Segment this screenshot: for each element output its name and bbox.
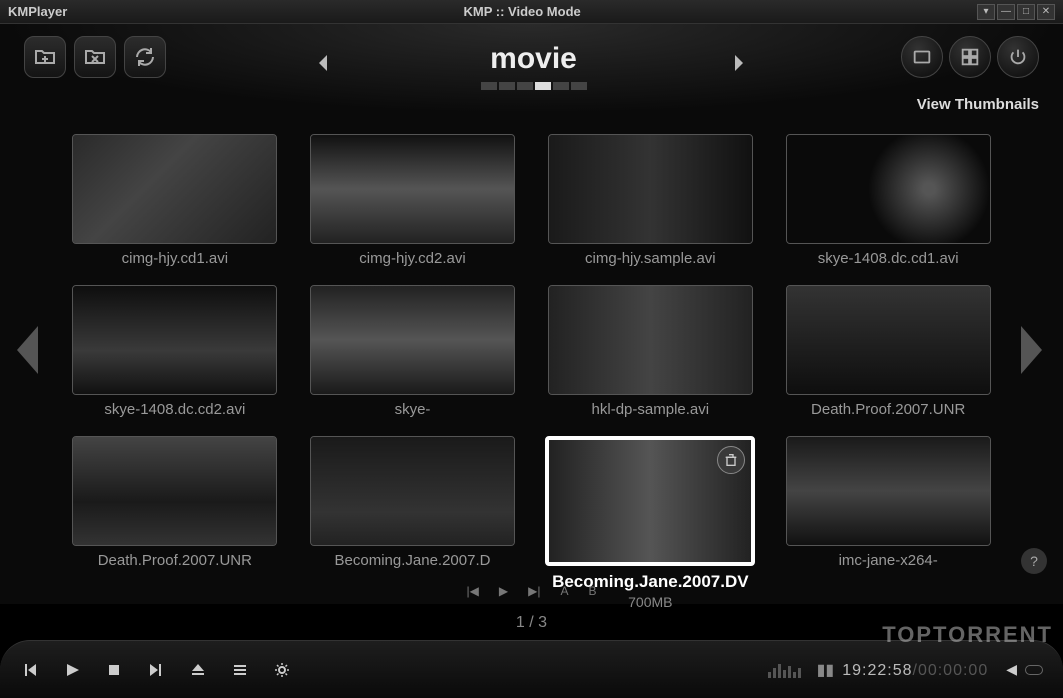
grid-view-button[interactable] <box>949 36 991 78</box>
refresh-button[interactable] <box>124 36 166 78</box>
mark-b-button[interactable]: B <box>588 584 596 598</box>
video-thumbnail[interactable] <box>72 134 277 244</box>
video-label: skye-1408.dc.cd2.avi <box>104 401 245 418</box>
fullscreen-button[interactable] <box>901 36 943 78</box>
window-minimize-button[interactable]: — <box>997 4 1015 20</box>
time-display: 19:22:58/00:00:00 <box>842 660 988 680</box>
video-label: cimg-hjy.sample.avi <box>585 250 716 267</box>
video-item[interactable]: cimg-hjy.sample.avi <box>545 134 755 267</box>
app-name: KMPlayer <box>8 4 67 19</box>
video-thumbnail[interactable] <box>310 436 515 546</box>
mini-prev-button[interactable]: |◀ <box>467 584 479 598</box>
category-prev-button[interactable] <box>311 51 341 81</box>
window-tray-button[interactable]: ▾ <box>977 4 995 20</box>
video-thumbnail[interactable] <box>786 285 991 395</box>
window-close-button[interactable]: ✕ <box>1037 4 1055 20</box>
play-button[interactable] <box>62 660 82 680</box>
video-label: cimg-hjy.cd2.avi <box>359 250 465 267</box>
window-maximize-button[interactable]: □ <box>1017 4 1035 20</box>
eject-button[interactable] <box>188 660 208 680</box>
video-label: imc-jane-x264- <box>839 552 938 569</box>
volume-icon[interactable]: ◀ <box>1006 661 1017 678</box>
video-thumbnail[interactable] <box>786 436 991 546</box>
page-indicator: 1 / 3 <box>70 614 993 632</box>
page-dots <box>481 82 587 90</box>
video-label: Becoming.Jane.2007.D <box>335 552 491 569</box>
video-thumbnail[interactable] <box>310 285 515 395</box>
stop-button[interactable] <box>104 660 124 680</box>
video-thumbnail[interactable] <box>786 134 991 244</box>
video-thumbnail[interactable] <box>548 134 753 244</box>
mini-next-button[interactable]: ▶| <box>528 584 540 598</box>
equalizer-icon <box>768 662 801 678</box>
video-thumbnail[interactable] <box>72 436 277 546</box>
video-item[interactable]: skye-1408.dc.cd2.avi <box>70 285 280 418</box>
video-item[interactable]: cimg-hjy.cd2.avi <box>308 134 518 267</box>
video-label: cimg-hjy.cd1.avi <box>122 250 228 267</box>
mark-a-button[interactable]: A <box>560 584 568 598</box>
page-prev-button[interactable] <box>8 323 48 383</box>
add-folder-button[interactable] <box>24 36 66 78</box>
playlist-button[interactable] <box>230 660 250 680</box>
category-next-button[interactable] <box>727 51 757 81</box>
remove-folder-button[interactable] <box>74 36 116 78</box>
window-title: KMP :: Video Mode <box>67 4 977 19</box>
video-thumbnail[interactable] <box>545 436 755 566</box>
video-item[interactable]: cimg-hjy.cd1.avi <box>70 134 280 267</box>
help-button[interactable]: ? <box>1021 548 1047 574</box>
mini-play-button[interactable]: ▶ <box>499 584 508 598</box>
video-item[interactable]: Death.Proof.2007.UNR <box>70 436 280 610</box>
video-item[interactable]: skye-1408.dc.cd1.avi <box>783 134 993 267</box>
video-size-label: 700MB <box>628 594 672 610</box>
video-item[interactable]: skye- <box>308 285 518 418</box>
power-button[interactable] <box>997 36 1039 78</box>
settings-button[interactable] <box>272 660 292 680</box>
video-item[interactable]: imc-jane-x264- <box>783 436 993 610</box>
view-mode-label: View Thumbnails <box>917 96 1039 113</box>
video-thumbnail[interactable] <box>72 285 277 395</box>
category-title: movie <box>481 42 587 76</box>
video-item[interactable]: hkl-dp-sample.avi <box>545 285 755 418</box>
video-item[interactable]: Death.Proof.2007.UNR <box>783 285 993 418</box>
prev-track-button[interactable] <box>20 660 40 680</box>
video-thumbnail[interactable] <box>548 285 753 395</box>
next-track-button[interactable] <box>146 660 166 680</box>
volume-knob[interactable] <box>1025 665 1043 675</box>
video-thumbnail[interactable] <box>310 134 515 244</box>
video-label: skye-1408.dc.cd1.avi <box>818 250 959 267</box>
video-label: hkl-dp-sample.avi <box>592 401 710 418</box>
pause-indicator-icon: ▮▮ <box>817 660 835 680</box>
video-label: Death.Proof.2007.UNR <box>98 552 252 569</box>
page-next-button[interactable] <box>1015 323 1055 383</box>
video-label: Death.Proof.2007.UNR <box>811 401 965 418</box>
video-label: skye- <box>395 401 431 418</box>
